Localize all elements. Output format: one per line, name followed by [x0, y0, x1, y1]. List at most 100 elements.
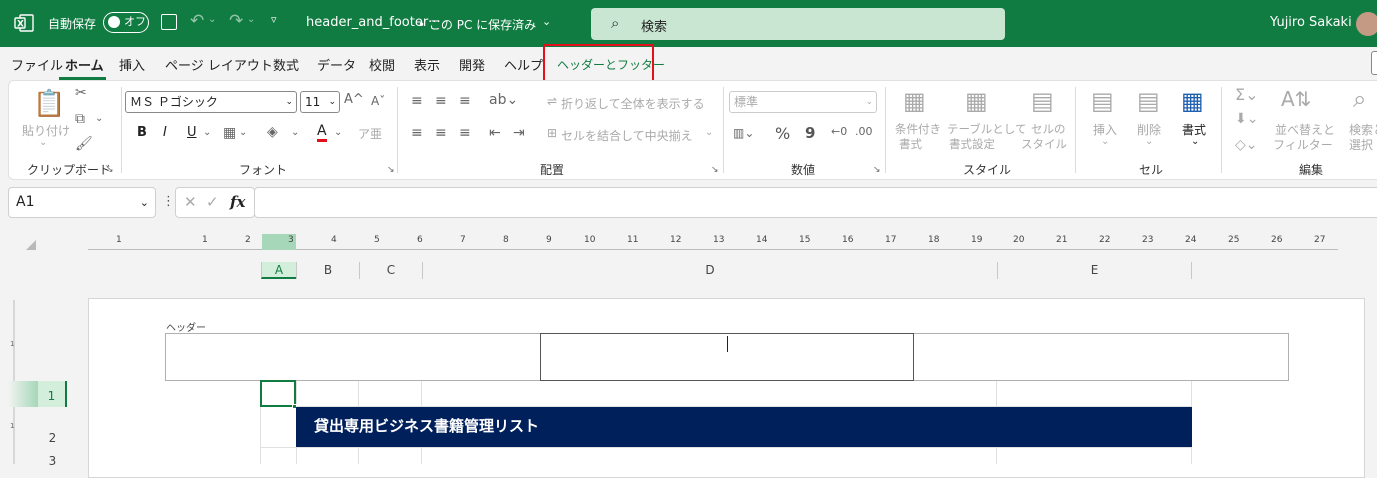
italic-button[interactable]: I [163, 125, 167, 140]
dialog-launcher-icon[interactable]: ↘ [106, 165, 114, 175]
dialog-launcher-icon[interactable]: ↘ [711, 165, 719, 175]
conditional-format-label-2[interactable]: 書式 [899, 136, 922, 152]
conditional-format-icon[interactable]: ▦ [903, 87, 926, 115]
tab-help[interactable]: ヘルプ [504, 55, 543, 74]
fill-icon[interactable]: ⬇⌄ [1235, 111, 1258, 127]
align-bottom-icon[interactable]: ≡ [459, 93, 471, 109]
insert-cells-icon[interactable]: ▤ [1091, 87, 1114, 115]
borders-icon[interactable]: ▦ [223, 125, 236, 141]
increase-decimal-icon[interactable]: ←0 [831, 125, 847, 138]
chevron-down-icon[interactable]: ⌄ [705, 127, 713, 138]
chevron-down-icon[interactable]: ⌄ [1101, 136, 1109, 147]
delete-cells-icon[interactable]: ▤ [1137, 87, 1160, 115]
undo-icon[interactable]: ↶ [190, 11, 204, 31]
enter-icon[interactable]: ✓ [206, 193, 219, 211]
increase-indent-icon[interactable]: ⇥ [513, 125, 525, 141]
undo-dropdown-icon[interactable]: ⌄ [208, 14, 216, 25]
grow-font-icon[interactable]: A^ [344, 92, 364, 107]
format-painter-icon[interactable]: 🖌 [75, 136, 93, 152]
cell-b2-title[interactable]: 貸出専用ビジネス書籍管理リスト [296, 407, 1192, 447]
tab-page-layout[interactable]: ページ レイアウト [165, 55, 273, 74]
document-location[interactable]: • この PC に保存済み [418, 16, 536, 33]
sort-filter-label-2[interactable]: フィルター [1273, 136, 1333, 153]
underline-button[interactable]: U [187, 125, 197, 140]
save-icon[interactable] [161, 14, 177, 30]
chevron-down-icon[interactable]: ⌄ [542, 15, 551, 28]
wrap-text-label[interactable]: 折り返して全体を表示する [561, 95, 705, 112]
orientation-icon[interactable]: ab⌄ [489, 92, 518, 108]
fill-color-icon[interactable]: ◈ [267, 124, 278, 140]
tab-developer[interactable]: 開発 [459, 55, 485, 74]
align-middle-icon[interactable]: ≡ [435, 93, 447, 109]
autosum-icon[interactable]: Σ⌄ [1235, 85, 1259, 104]
column-header-e[interactable]: E [997, 262, 1192, 279]
autosave-toggle[interactable]: オフ [103, 12, 149, 33]
dialog-launcher-icon[interactable]: ↘ [387, 165, 395, 175]
chevron-down-icon[interactable]: ⌄ [203, 127, 211, 138]
tab-insert[interactable]: 挿入 [119, 55, 145, 74]
tab-data[interactable]: データ [317, 55, 356, 74]
font-name-select[interactable]: ＭＳ Ｐゴシック ⌄ [125, 91, 297, 113]
find-select-label-2[interactable]: 選択 [1349, 136, 1373, 153]
conditional-format-label-1[interactable]: 条件付き [895, 121, 941, 137]
chevron-down-icon[interactable]: ⌄ [1191, 136, 1199, 147]
chevron-down-icon[interactable]: ⌄ [291, 127, 299, 138]
percent-button[interactable]: % [775, 124, 790, 143]
copy-icon[interactable]: ⧉ [75, 111, 85, 127]
merge-center-label[interactable]: セルを結合して中央揃え [561, 127, 693, 144]
wrap-text-icon[interactable]: ⇌ [547, 94, 557, 108]
customize-qat-icon[interactable]: ▿ [271, 13, 277, 26]
align-center-icon[interactable]: ≡ [435, 125, 447, 141]
dialog-launcher-icon[interactable]: ↘ [873, 165, 881, 175]
chevron-down-icon[interactable]: ⌄ [1145, 136, 1153, 147]
chevron-down-icon[interactable]: ⌄ [95, 113, 103, 124]
cut-icon[interactable]: ✂ [75, 85, 87, 101]
active-cell-a1[interactable] [260, 380, 296, 407]
name-box[interactable]: A1 ⌄ [8, 187, 156, 218]
column-header-a[interactable]: A [261, 262, 296, 279]
row-header-1[interactable]: 1 [38, 381, 67, 407]
column-header-c[interactable]: C [359, 262, 422, 279]
format-as-table-label-2[interactable]: 書式設定 [949, 136, 995, 152]
decrease-decimal-icon[interactable]: .00 [855, 125, 873, 138]
accounting-format-icon[interactable]: ▥⌄ [733, 126, 754, 140]
comma-style-button[interactable]: 9 [805, 124, 815, 142]
font-size-select[interactable]: 11 ⌄ [300, 91, 340, 113]
clear-icon[interactable]: ◇⌄ [1235, 137, 1258, 153]
font-color-button[interactable]: A [317, 123, 327, 142]
chevron-down-icon[interactable]: ⌄ [239, 127, 247, 138]
avatar[interactable] [1356, 12, 1377, 36]
cell-styles-label-1[interactable]: セルの [1031, 121, 1066, 137]
phonetic-icon[interactable]: ア亜 [358, 125, 382, 142]
ribbon-display-options[interactable] [1371, 51, 1377, 75]
format-cells-icon[interactable]: ▦ [1181, 87, 1204, 115]
align-left-icon[interactable]: ≡ [411, 125, 423, 141]
chevron-down-icon[interactable]: ⌄ [334, 127, 342, 138]
redo-dropdown-icon[interactable]: ⌄ [247, 14, 255, 25]
sort-filter-icon[interactable]: A⇅ [1281, 87, 1311, 111]
cell-styles-icon[interactable]: ▤ [1031, 87, 1054, 115]
decrease-indent-icon[interactable]: ⇤ [489, 125, 501, 141]
formula-input[interactable] [254, 187, 1377, 218]
chevron-down-icon[interactable]: ⌄ [39, 137, 47, 148]
format-as-table-label-1[interactable]: テーブルとして [947, 121, 1026, 137]
align-top-icon[interactable]: ≡ [411, 93, 423, 109]
search-box[interactable]: ⌕ 検索 [591, 8, 1005, 40]
user-name[interactable]: Yujiro Sakaki [1270, 15, 1352, 30]
tab-view[interactable]: 表示 [414, 55, 440, 74]
shrink-font-icon[interactable]: Aˇ [371, 94, 385, 108]
find-select-icon[interactable]: ⌕ [1353, 85, 1366, 113]
column-header-d[interactable]: D [422, 262, 997, 279]
paste-icon[interactable]: 📋 [33, 89, 65, 119]
insert-function-button[interactable]: fx [230, 193, 245, 211]
more-icon[interactable]: ⋮ [162, 194, 175, 209]
cell-styles-label-2[interactable]: スタイル [1021, 136, 1067, 152]
merge-center-icon[interactable]: ⊞ [547, 126, 557, 140]
number-format-select[interactable]: 標準 ⌄ [729, 91, 877, 113]
tab-review[interactable]: 校閲 [369, 55, 395, 74]
column-header-b[interactable]: B [296, 262, 359, 279]
align-right-icon[interactable]: ≡ [459, 125, 471, 141]
format-as-table-icon[interactable]: ▦ [965, 87, 988, 115]
tab-formulas[interactable]: 数式 [273, 55, 299, 74]
bold-button[interactable]: B [137, 125, 147, 140]
